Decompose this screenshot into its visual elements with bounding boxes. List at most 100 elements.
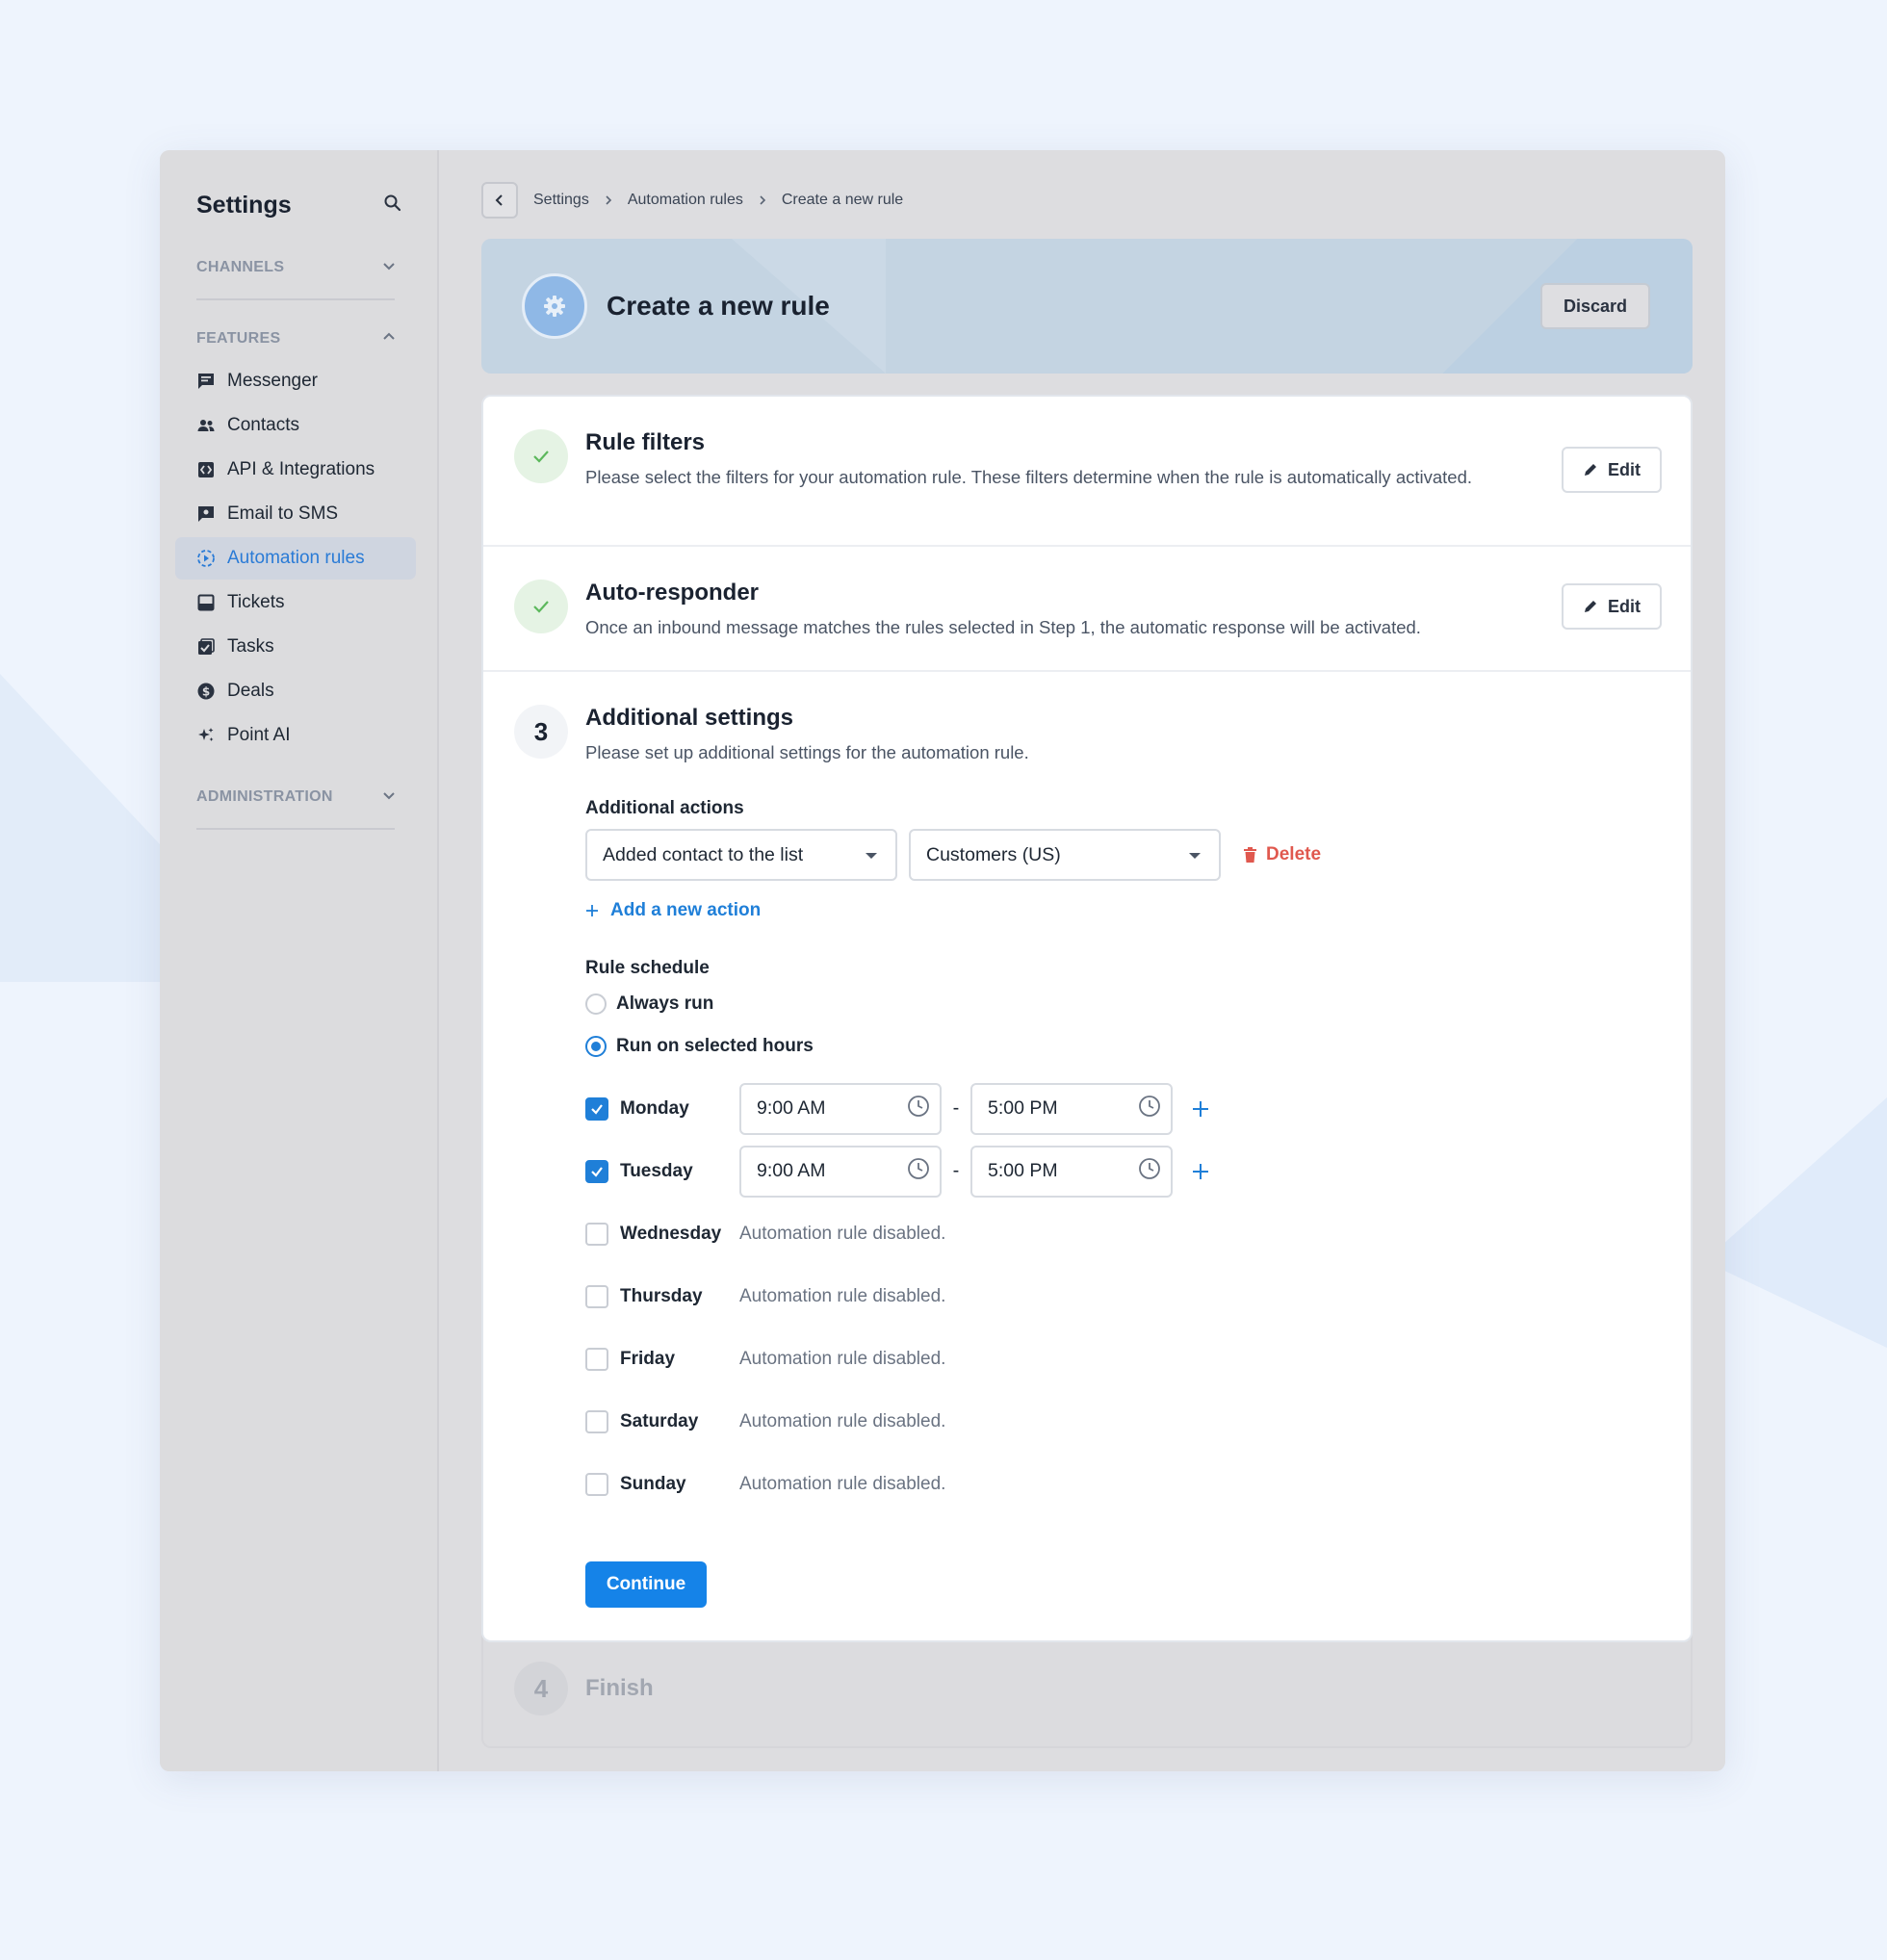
app-window: Settings CHANNELS FEATURES Messenger Con… — [160, 150, 1725, 1771]
wednesday-checkbox[interactable] — [585, 1222, 608, 1246]
sidebar: Settings CHANNELS FEATURES Messenger Con… — [160, 150, 439, 1771]
add-action-button[interactable]: Add a new action — [585, 900, 1660, 921]
back-button[interactable] — [481, 182, 518, 219]
day-status: Automation rule disabled. — [739, 1223, 946, 1244]
step-finish: 4 Finish — [481, 1631, 1693, 1748]
breadcrumb-settings[interactable]: Settings — [533, 192, 589, 209]
svg-text:$: $ — [202, 685, 210, 699]
action-type-select[interactable]: Added contact to the list — [585, 829, 897, 881]
edit-filters-button[interactable]: Edit — [1562, 447, 1662, 493]
sidebar-item-tasks[interactable]: Tasks — [175, 626, 416, 668]
day-row-monday: Monday 9:00 AM - 5:00 PM — [585, 1077, 1660, 1140]
people-icon — [196, 416, 216, 435]
chevron-down-icon — [381, 787, 397, 808]
chevron-up-icon — [381, 329, 397, 349]
sidebar-item-automation[interactable]: Automation rules — [175, 537, 416, 580]
page-header: Create a new rule Discard — [481, 239, 1693, 374]
step-number: 3 — [514, 705, 568, 759]
page-title: Create a new rule — [607, 291, 830, 321]
step-auto-responder: Auto-responder Once an inbound message m… — [483, 547, 1691, 670]
step-title: Finish — [585, 1675, 654, 1701]
day-status: Automation rule disabled. — [739, 1473, 946, 1494]
sidebar-item-contacts[interactable]: Contacts — [175, 404, 416, 447]
discard-button[interactable]: Discard — [1539, 283, 1650, 329]
friday-checkbox[interactable] — [585, 1347, 608, 1371]
wizard-card: Rule filters Please select the filters f… — [481, 395, 1693, 1642]
day-row-thursday: Thursday Automation rule disabled. — [585, 1265, 1660, 1328]
step-title: Auto-responder — [585, 580, 759, 606]
monday-start-time[interactable]: 9:00 AM — [739, 1082, 942, 1135]
breadcrumb: Settings Automation rules Create a new r… — [481, 181, 1693, 219]
section-administration[interactable]: ADMINISTRATION — [196, 778, 397, 816]
clock-icon — [907, 1157, 930, 1186]
step-description: Please set up additional settings for th… — [585, 742, 1029, 762]
breadcrumb-automation-rules[interactable]: Automation rules — [628, 192, 743, 209]
step-title: Additional settings — [585, 705, 793, 731]
breadcrumb-current: Create a new rule — [781, 192, 904, 208]
chevron-right-icon — [757, 194, 768, 206]
step-rule-filters: Rule filters Please select the filters f… — [483, 397, 1691, 545]
sidebar-item-tickets[interactable]: Tickets — [175, 581, 416, 624]
sidebar-item-messenger[interactable]: Messenger — [175, 360, 416, 402]
continue-button[interactable]: Continue — [585, 1561, 707, 1608]
contact-list-select[interactable]: Customers (US) — [909, 829, 1221, 881]
sidebar-item-email-sms[interactable]: Email to SMS — [175, 493, 416, 535]
tuesday-start-time[interactable]: 9:00 AM — [739, 1145, 942, 1198]
check-icon — [514, 580, 568, 633]
section-channels[interactable]: CHANNELS — [196, 248, 397, 287]
automation-icon — [196, 549, 216, 568]
caret-down-icon — [865, 844, 878, 866]
sidebar-item-deals[interactable]: $ Deals — [175, 670, 416, 712]
sidebar-item-api[interactable]: API & Integrations — [175, 449, 416, 491]
step-number: 4 — [514, 1662, 568, 1715]
rule-schedule-label: Rule schedule — [585, 958, 710, 978]
selected-hours-radio[interactable]: Run on selected hours — [585, 1025, 1660, 1068]
delete-action-button[interactable]: Delete — [1244, 844, 1321, 865]
main-content: Settings Automation rules Create a new r… — [439, 150, 1725, 1771]
message-icon — [196, 504, 216, 524]
always-run-radio[interactable]: Always run — [585, 983, 1660, 1025]
caret-down-icon — [1188, 844, 1202, 866]
day-row-wednesday: Wednesday Automation rule disabled. — [585, 1202, 1660, 1265]
pencil-icon — [1583, 462, 1598, 477]
plus-icon — [585, 904, 599, 917]
saturday-checkbox[interactable] — [585, 1409, 608, 1433]
sunday-checkbox[interactable] — [585, 1472, 608, 1496]
day-status: Automation rule disabled. — [739, 1285, 946, 1306]
plus-icon[interactable] — [1192, 1163, 1209, 1180]
additional-actions-label: Additional actions — [585, 798, 744, 818]
day-row-friday: Friday Automation rule disabled. — [585, 1328, 1660, 1390]
tuesday-end-time[interactable]: 5:00 PM — [970, 1145, 1173, 1198]
thursday-checkbox[interactable] — [585, 1284, 608, 1308]
dollar-icon: $ — [196, 682, 216, 701]
sidebar-item-point-ai[interactable]: Point AI — [175, 714, 416, 757]
bg-shape-right — [1704, 1097, 1887, 1348]
clock-icon — [907, 1095, 930, 1123]
clock-icon — [1138, 1157, 1161, 1186]
day-row-saturday: Saturday Automation rule disabled. — [585, 1390, 1660, 1453]
sidebar-title: Settings — [196, 191, 292, 219]
inbox-icon — [196, 593, 216, 612]
pencil-icon — [1583, 599, 1598, 614]
chevron-down-icon — [381, 258, 397, 278]
search-icon[interactable] — [383, 193, 402, 218]
chevron-left-icon — [495, 194, 503, 206]
edit-autoresponder-button[interactable]: Edit — [1562, 583, 1662, 630]
code-icon — [196, 460, 216, 479]
monday-checkbox[interactable] — [585, 1096, 608, 1121]
section-features[interactable]: FEATURES — [196, 320, 397, 358]
check-icon — [514, 429, 568, 483]
day-row-sunday: Sunday Automation rule disabled. — [585, 1453, 1660, 1515]
schedule-days: Monday 9:00 AM - 5:00 PM Tuesday 9:00 AM… — [585, 1077, 1660, 1515]
step-additional-settings: 3 Additional settings Please set up addi… — [483, 672, 1691, 1640]
chevron-right-icon — [603, 194, 614, 206]
step-description: Please select the filters for your autom… — [585, 467, 1472, 487]
monday-end-time[interactable]: 5:00 PM — [970, 1082, 1173, 1135]
sparkle-icon — [196, 726, 216, 745]
chat-icon — [196, 372, 216, 391]
plus-icon[interactable] — [1192, 1100, 1209, 1118]
day-row-tuesday: Tuesday 9:00 AM - 5:00 PM — [585, 1140, 1660, 1202]
step-title: Rule filters — [585, 429, 706, 455]
tuesday-checkbox[interactable] — [585, 1159, 608, 1183]
trash-icon — [1244, 847, 1256, 863]
